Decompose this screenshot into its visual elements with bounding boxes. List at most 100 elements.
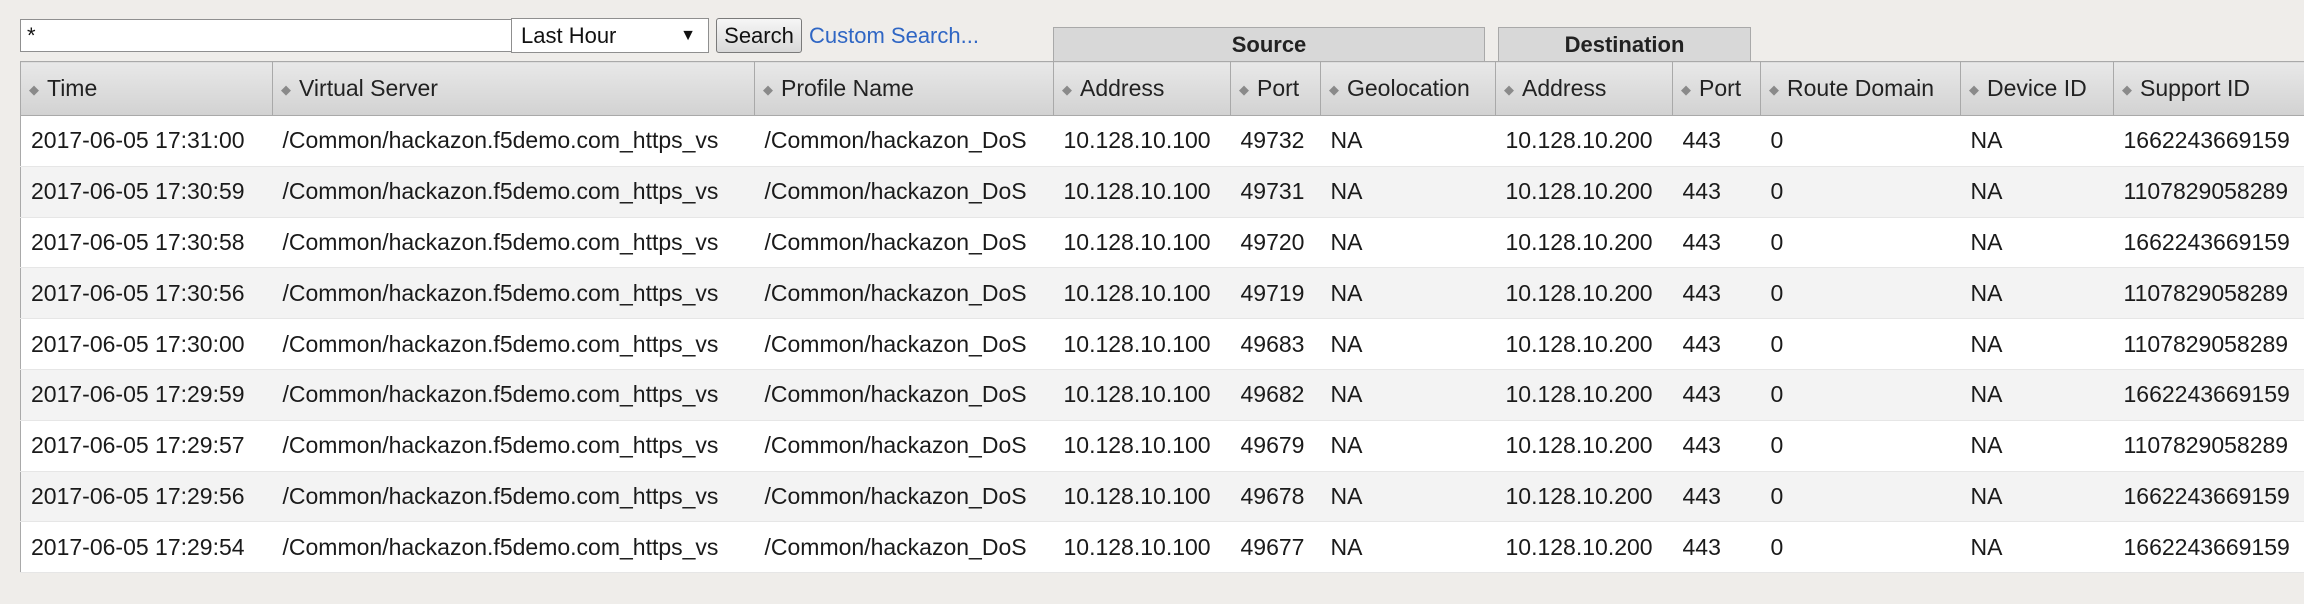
search-input[interactable]: [20, 19, 540, 52]
cell-geolocation: NA: [1320, 318, 1496, 370]
column-header-destination-address[interactable]: ◆ Address: [1495, 61, 1673, 116]
table-row[interactable]: 2017-06-05 17:29:56/Common/hackazon.f5de…: [20, 471, 2304, 523]
cell-time: 2017-06-05 17:29:57: [20, 420, 273, 472]
column-header-support-id[interactable]: ◆ Support ID: [2113, 61, 2304, 116]
cell-destination-port: 443: [1672, 115, 1761, 167]
cell-source-port: 49679: [1230, 420, 1321, 472]
cell-profile-name: /Common/hackazon_DoS: [754, 420, 1054, 472]
column-header-geolocation[interactable]: ◆ Geolocation: [1320, 61, 1496, 116]
event-log-view: Last Hour ▼ Search Custom Search... Sour…: [0, 0, 2304, 604]
cell-geolocation: NA: [1320, 115, 1496, 167]
cell-support-id: 1107829058289: [2113, 318, 2304, 370]
column-header-profile-name[interactable]: ◆ Profile Name: [754, 61, 1054, 116]
cell-device-id: NA: [1960, 521, 2114, 574]
cell-source-port: 49677: [1230, 521, 1321, 574]
cell-time: 2017-06-05 17:29:54: [20, 521, 273, 574]
cell-source-address: 10.128.10.100: [1053, 267, 1231, 320]
sort-icon: ◆: [2122, 82, 2132, 97]
table-row[interactable]: 2017-06-05 17:29:59/Common/hackazon.f5de…: [20, 369, 2304, 421]
cell-device-id: NA: [1960, 115, 2114, 167]
cell-destination-port: 443: [1672, 318, 1761, 370]
cell-support-id: 1662243669159: [2113, 115, 2304, 167]
cell-profile-name: /Common/hackazon_DoS: [754, 369, 1054, 421]
cell-device-id: NA: [1960, 267, 2114, 320]
cell-source-port: 49731: [1230, 166, 1321, 218]
cell-profile-name: /Common/hackazon_DoS: [754, 318, 1054, 370]
cell-destination-port: 443: [1672, 420, 1761, 472]
cell-support-id: 1107829058289: [2113, 267, 2304, 320]
table-row[interactable]: 2017-06-05 17:29:54/Common/hackazon.f5de…: [20, 521, 2304, 574]
cell-destination-port: 443: [1672, 521, 1761, 574]
sort-icon: ◆: [1681, 82, 1691, 97]
table-row[interactable]: 2017-06-05 17:30:58/Common/hackazon.f5de…: [20, 217, 2304, 269]
table-row[interactable]: 2017-06-05 17:30:56/Common/hackazon.f5de…: [20, 267, 2304, 320]
custom-search-link[interactable]: Custom Search...: [809, 18, 979, 53]
column-header-time[interactable]: ◆ Time: [20, 61, 273, 116]
column-header-route-domain[interactable]: ◆ Route Domain: [1760, 61, 1961, 116]
cell-time: 2017-06-05 17:29:56: [20, 471, 273, 523]
cell-source-port: 49678: [1230, 471, 1321, 523]
cell-destination-address: 10.128.10.200: [1495, 369, 1673, 421]
sort-icon: ◆: [1504, 82, 1514, 97]
dropdown-arrow-icon: ▼: [680, 27, 696, 44]
column-header-virtual-server[interactable]: ◆ Virtual Server: [272, 61, 755, 116]
cell-route-domain: 0: [1760, 217, 1961, 269]
sort-icon: ◆: [1062, 82, 1072, 97]
cell-profile-name: /Common/hackazon_DoS: [754, 471, 1054, 523]
column-header-source-port[interactable]: ◆ Port: [1230, 61, 1321, 116]
source-group-header: Source: [1053, 27, 1485, 61]
events-table: ◆ Time ◆ Virtual Server ◆ Profile Name ◆ Add…: [20, 61, 2304, 574]
cell-source-address: 10.128.10.100: [1053, 318, 1231, 370]
cell-source-address: 10.128.10.100: [1053, 217, 1231, 269]
destination-group-header: Destination: [1498, 27, 1751, 61]
sort-icon: ◆: [29, 82, 39, 97]
cell-virtual-server: /Common/hackazon.f5demo.com_https_vs: [272, 166, 755, 218]
cell-device-id: NA: [1960, 217, 2114, 269]
cell-source-port: 49682: [1230, 369, 1321, 421]
cell-destination-address: 10.128.10.200: [1495, 267, 1673, 320]
cell-geolocation: NA: [1320, 369, 1496, 421]
cell-geolocation: NA: [1320, 420, 1496, 472]
cell-destination-port: 443: [1672, 267, 1761, 320]
column-header-source-address[interactable]: ◆ Address: [1053, 61, 1231, 116]
cell-geolocation: NA: [1320, 521, 1496, 574]
cell-geolocation: NA: [1320, 471, 1496, 523]
cell-route-domain: 0: [1760, 318, 1961, 370]
table-row[interactable]: 2017-06-05 17:30:59/Common/hackazon.f5de…: [20, 166, 2304, 218]
cell-time: 2017-06-05 17:30:56: [20, 267, 273, 320]
cell-destination-address: 10.128.10.200: [1495, 318, 1673, 370]
cell-time: 2017-06-05 17:30:00: [20, 318, 273, 370]
table-row[interactable]: 2017-06-05 17:29:57/Common/hackazon.f5de…: [20, 420, 2304, 472]
search-button[interactable]: Search: [716, 18, 802, 53]
cell-support-id: 1662243669159: [2113, 217, 2304, 269]
cell-device-id: NA: [1960, 318, 2114, 370]
cell-geolocation: NA: [1320, 267, 1496, 320]
cell-route-domain: 0: [1760, 369, 1961, 421]
cell-source-address: 10.128.10.100: [1053, 521, 1231, 574]
cell-profile-name: /Common/hackazon_DoS: [754, 521, 1054, 574]
cell-source-address: 10.128.10.100: [1053, 369, 1231, 421]
table-row[interactable]: 2017-06-05 17:30:00/Common/hackazon.f5de…: [20, 318, 2304, 370]
cell-source-port: 49732: [1230, 115, 1321, 167]
time-range-value: Last Hour: [521, 23, 617, 48]
cell-support-id: 1107829058289: [2113, 420, 2304, 472]
cell-profile-name: /Common/hackazon_DoS: [754, 115, 1054, 167]
sort-icon: ◆: [281, 82, 291, 97]
cell-profile-name: /Common/hackazon_DoS: [754, 217, 1054, 269]
cell-device-id: NA: [1960, 471, 2114, 523]
cell-virtual-server: /Common/hackazon.f5demo.com_https_vs: [272, 369, 755, 421]
cell-time: 2017-06-05 17:31:00: [20, 115, 273, 167]
time-range-select[interactable]: Last Hour ▼: [511, 18, 709, 53]
cell-profile-name: /Common/hackazon_DoS: [754, 166, 1054, 218]
cell-destination-address: 10.128.10.200: [1495, 420, 1673, 472]
cell-support-id: 1662243669159: [2113, 521, 2304, 574]
column-header-destination-port[interactable]: ◆ Port: [1672, 61, 1761, 116]
cell-source-port: 49719: [1230, 267, 1321, 320]
cell-geolocation: NA: [1320, 166, 1496, 218]
column-header-device-id[interactable]: ◆ Device ID: [1960, 61, 2114, 116]
cell-route-domain: 0: [1760, 166, 1961, 218]
table-body: 2017-06-05 17:31:00/Common/hackazon.f5de…: [20, 115, 2304, 574]
sort-icon: ◆: [1239, 82, 1249, 97]
table-row[interactable]: 2017-06-05 17:31:00/Common/hackazon.f5de…: [20, 115, 2304, 167]
cell-virtual-server: /Common/hackazon.f5demo.com_https_vs: [272, 318, 755, 370]
